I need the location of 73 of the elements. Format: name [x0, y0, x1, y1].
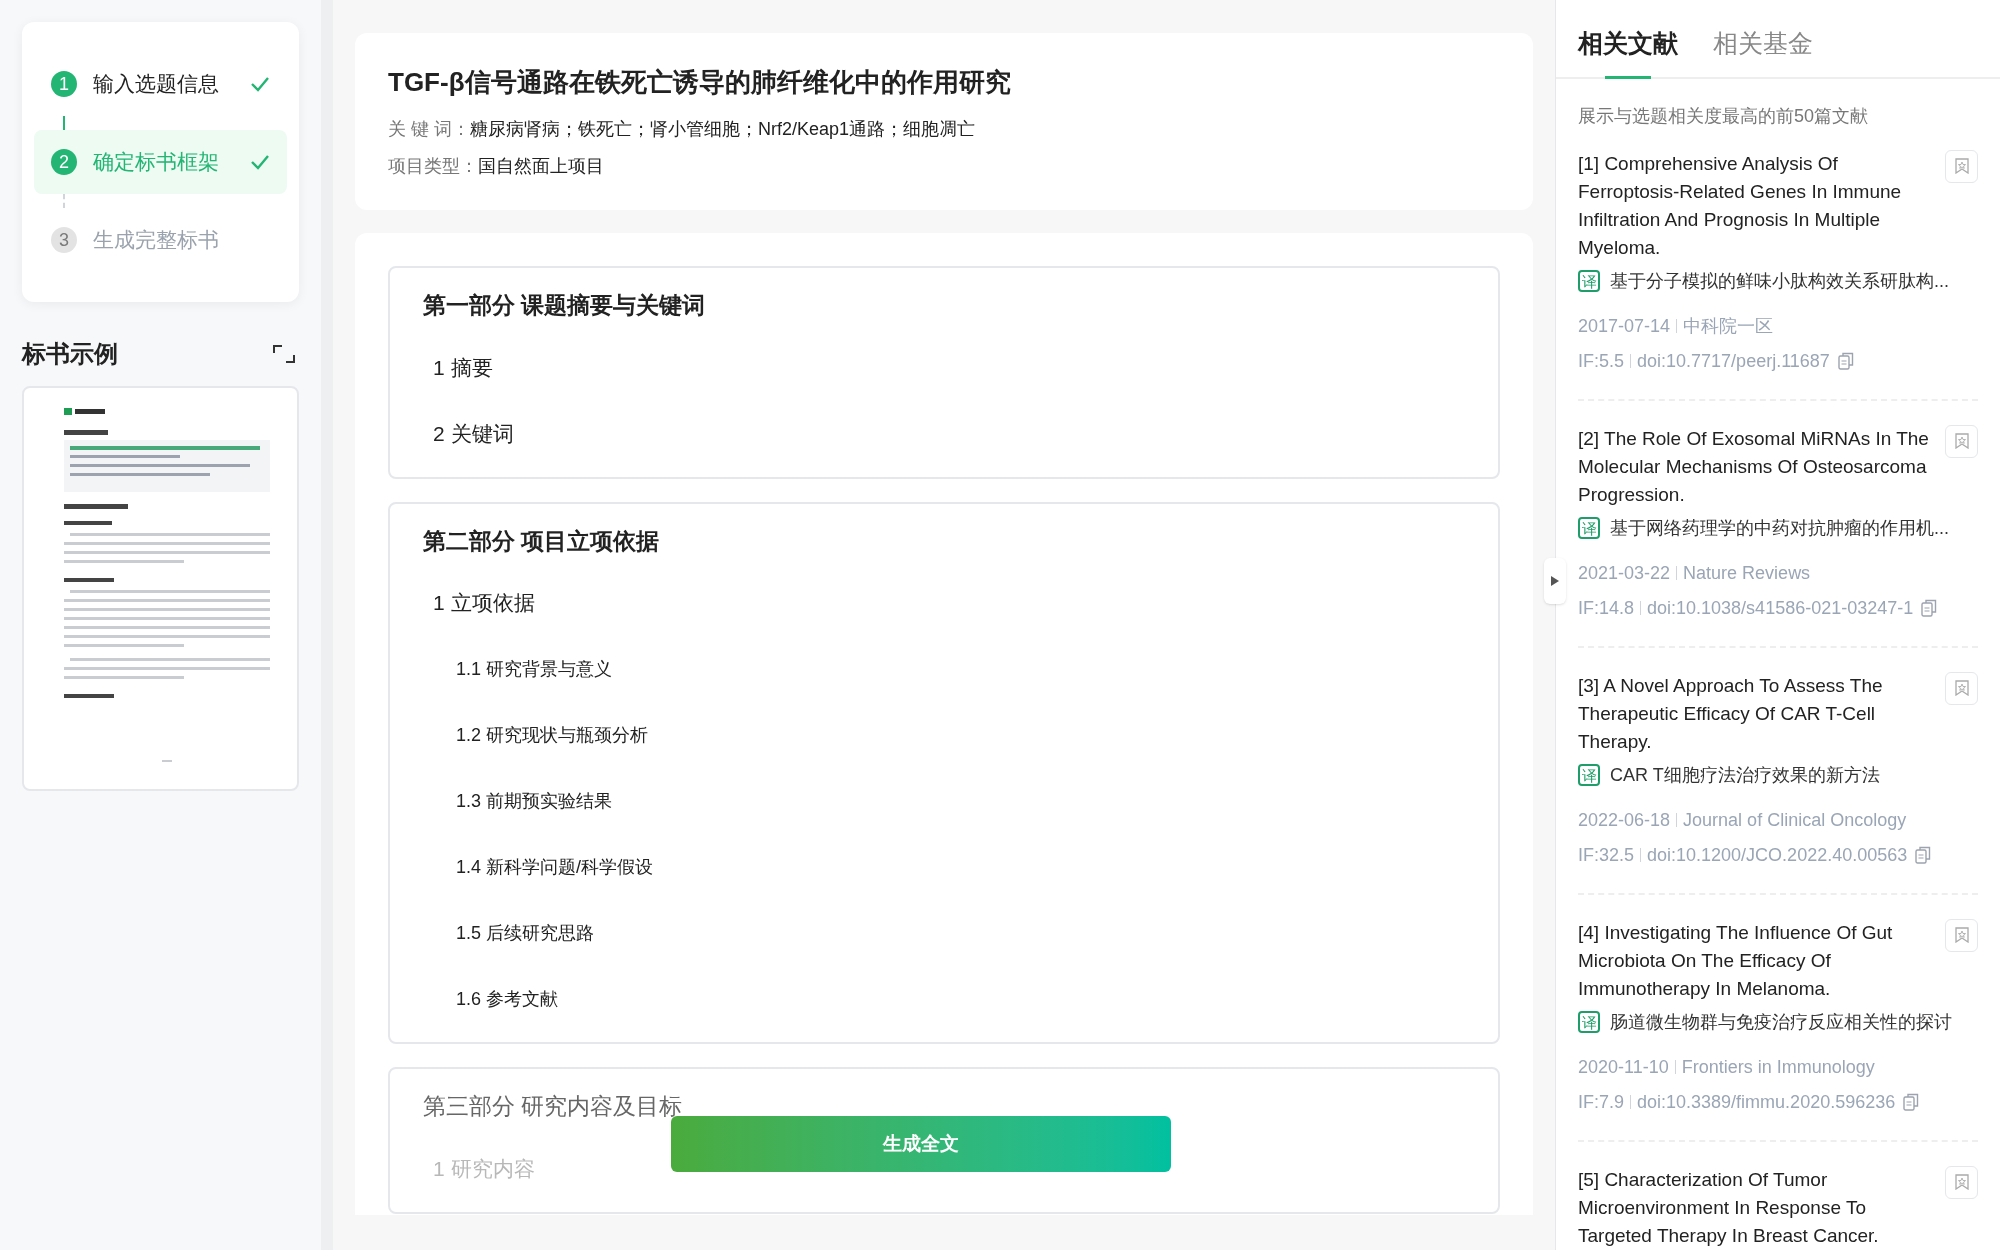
bookmark-button[interactable]	[1945, 1165, 1978, 1199]
paper-date: 2020-11-10	[1578, 1055, 1669, 1079]
outline-subitem[interactable]: 1.6 参考文献	[456, 985, 559, 1013]
type-label: 项目类型：	[388, 155, 478, 178]
outline-item[interactable]: 1 摘要	[433, 351, 493, 384]
step-number: 1	[51, 71, 77, 97]
paper-doi: doi:10.7717/peerj.11687	[1637, 349, 1830, 373]
translate-badge: 译	[1578, 517, 1600, 540]
project-title: TGF-β信号通路在铁死亡诱导的肺纤维化中的作用研究	[388, 66, 1012, 99]
paper-source: 中科院一区	[1683, 314, 1774, 338]
paper-title[interactable]: [5] Characterization Of Tumor Microenvironment In Response To Targeted Therapy In Breast Cancer.	[1578, 1165, 1937, 1250]
tab[interactable]: 相关基金	[1713, 25, 1813, 77]
paper-date: 2021-03-22	[1578, 561, 1671, 585]
paper-doi: doi:10.3389/fimmu.2020.596236	[1637, 1090, 1896, 1114]
keywords-value: 糖尿病肾病；铁死亡；肾小管细胞；Nrf2/Keap1通路；细胞凋亡	[470, 118, 976, 141]
step-number: 2	[51, 149, 77, 175]
paper-translation: 肠道微生物群与免疫治疗反应相关性的探讨	[1610, 1010, 1952, 1034]
bookmark-button[interactable]	[1945, 149, 1978, 183]
paper-translation: CAR T细胞疗法治疗效果的新方法	[1610, 763, 1880, 787]
paper-title[interactable]: [1] Comprehensive Analysis Of Ferroptosis-Related Genes In Immune Infiltration And Prognosis In Multiple Myeloma.	[1578, 149, 1937, 262]
outline-subitem[interactable]: 1.2 研究现状与瓶颈分析	[456, 721, 649, 749]
copy-icon[interactable]	[1915, 846, 1932, 865]
bookmark-icon	[1954, 1174, 1969, 1191]
bookmark-button[interactable]	[1945, 424, 1978, 458]
section-title: 第二部分 项目立项依据	[423, 526, 661, 556]
translate-badge: 译	[1578, 764, 1600, 787]
translate-badge: 译	[1578, 270, 1600, 293]
play-icon	[1551, 576, 1559, 586]
impact-factor: IF:7.9	[1578, 1090, 1625, 1114]
tab[interactable]: 相关文献	[1578, 25, 1678, 77]
section-heading: 标书示例	[22, 339, 118, 369]
outline-subitem[interactable]: 1.3 前期预实验结果	[456, 787, 613, 815]
impact-factor: IF:14.8	[1578, 596, 1635, 620]
translate-badge: 译	[1578, 1011, 1600, 1034]
paper-translation: 基于网络药理学的中药对抗肿瘤的作用机...	[1610, 516, 1949, 540]
outline-subitem[interactable]: 1.4 新科学问题/科学假设	[456, 853, 654, 881]
paper-title[interactable]: [4] Investigating The Influence Of Gut Microbiota On The Efficacy Of Immunotherapy In Melanoma.	[1578, 918, 1937, 1003]
paper-translation: 基于分子模拟的鲜味小肽构效关系研肽构...	[1610, 269, 1949, 293]
copy-icon[interactable]	[1921, 599, 1938, 618]
type-value: 国自然面上项目	[478, 155, 604, 178]
step-label: 确定标书框架	[93, 149, 220, 176]
copy-icon[interactable]	[1837, 352, 1854, 371]
keywords-label: 关 键 词：	[388, 118, 470, 141]
paper-date: 2017-07-14	[1578, 314, 1671, 338]
outline-subitem[interactable]: 1.5 后续研究思路	[456, 919, 595, 947]
paper-source: Nature Reviews	[1683, 561, 1811, 585]
paper-doi: doi:10.1038/s41586-021-03247-1	[1647, 596, 1914, 620]
outline-item[interactable]: 2 关键词	[433, 417, 514, 450]
step-label: 生成完整标书	[93, 227, 220, 254]
paper-date: 2022-06-18	[1578, 808, 1671, 832]
bookmark-icon	[1954, 927, 1969, 944]
impact-factor: IF:5.5	[1578, 349, 1625, 373]
step-item[interactable]: 1 输入选题信息	[34, 52, 287, 116]
bookmark-icon	[1954, 680, 1969, 697]
impact-factor: IF:32.5	[1578, 843, 1635, 867]
step-number: 3	[51, 227, 77, 253]
paper-source: Journal of Clinical Oncology	[1683, 808, 1907, 832]
outline-subitem[interactable]: 1.1 研究背景与意义	[456, 655, 613, 683]
expand-icon[interactable]	[273, 344, 295, 364]
outline-item[interactable]: 1 立项依据	[433, 587, 535, 619]
paper-doi: doi:10.1200/JCO.2022.40.00563	[1647, 843, 1908, 867]
paper-title[interactable]: [3] A Novel Approach To Assess The Therapeutic Efficacy Of CAR T-Cell Therapy.	[1578, 671, 1937, 756]
list-hint: 展示与选题相关度最高的前50篇文献	[1578, 104, 1870, 128]
paper-title[interactable]: [2] The Role Of Exosomal MiRNAs In The Molecular Mechanisms Of Osteosarcoma Progression.	[1578, 424, 1937, 509]
paper-source: Frontiers in Immunology	[1681, 1055, 1875, 1079]
bookmark-icon	[1954, 433, 1969, 450]
step-label: 输入选题信息	[93, 71, 220, 98]
copy-icon[interactable]	[1903, 1093, 1920, 1112]
bookmark-button[interactable]	[1945, 918, 1978, 952]
section-title: 第一部分 课题摘要与关键词	[423, 291, 707, 320]
collapse-handle[interactable]	[1544, 558, 1566, 604]
bookmark-icon	[1954, 158, 1969, 175]
bookmark-button[interactable]	[1945, 671, 1978, 705]
